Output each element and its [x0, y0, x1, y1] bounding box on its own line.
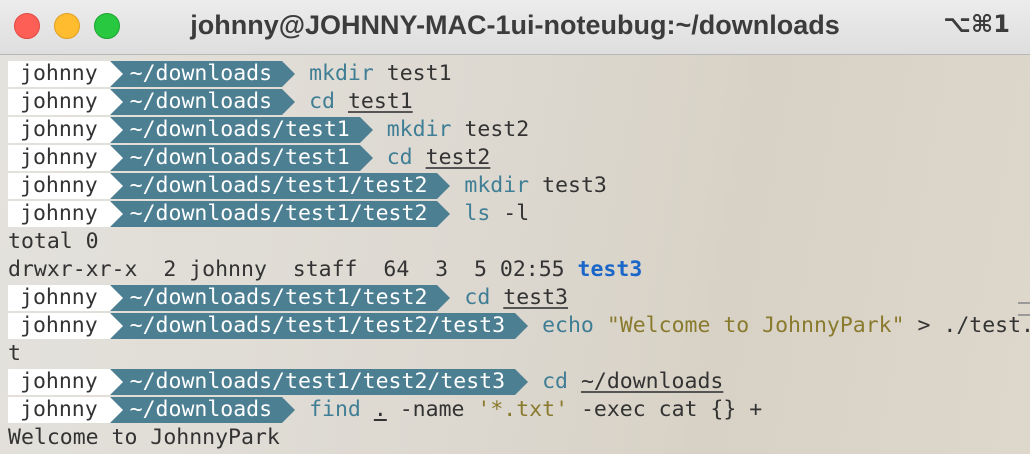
command: cd [542, 369, 568, 394]
prompt-line: johnny ~/downloads mkdir test1 [8, 60, 1030, 88]
prompt-user: johnny [8, 145, 110, 171]
prompt-user: johnny [8, 313, 110, 339]
minimize-button[interactable] [54, 13, 80, 39]
output-line: t [8, 341, 21, 366]
command-rest: > ./test.tx [917, 313, 1030, 338]
command: mkdir [309, 61, 374, 86]
prompt-user: johnny [8, 369, 110, 395]
command: echo [542, 313, 594, 338]
prompt-lines: johnny ~/downloads mkdir test1 johnny ~/downl… [8, 60, 1030, 228]
command: cd [309, 89, 335, 114]
prompt-user: johnny [8, 201, 110, 227]
prompt-user: johnny [8, 397, 110, 423]
output-line: total 0 [8, 229, 99, 254]
prompt-arrow-icon [359, 117, 373, 143]
prompt-line: johnny ~/downloads find. -name '*.txt' -ex… [8, 396, 1030, 424]
window-shortcut: ⌥⌘1 [943, 10, 1010, 38]
prompt-path: ~/downloads/test1 [109, 145, 360, 171]
prompt-line: johnny ~/downloads/test1/test2/test3 echo "… [8, 312, 1030, 340]
command-string: '*.txt' [477, 397, 569, 422]
resize-handle-icon[interactable] [1018, 302, 1030, 316]
prompt-path: ~/downloads [109, 397, 283, 423]
prompt-line: johnny ~/downloads/test1/test2 mkdir test3 [8, 172, 1030, 200]
command: cd [386, 145, 413, 170]
prompt-user: johnny [8, 117, 110, 143]
command-arg: test1 [386, 61, 452, 86]
prompt-path: ~/downloads [109, 89, 283, 115]
command-rest: -name [386, 397, 478, 422]
prompt-user: johnny [8, 61, 110, 87]
output-line: drwxr-xr-x 2 johnny staff 64 3 5 02:55 t… [8, 257, 643, 282]
output-line: Welcome to JohnnyPark [8, 425, 280, 450]
prompt-line: johnny ~/downloads/test1/test2/test3 cd ~/d… [8, 368, 1030, 396]
prompt-arrow-icon [359, 145, 373, 171]
prompt-path: ~/downloads/test1/test2 [109, 173, 438, 199]
command: find [309, 397, 361, 422]
prompt-path: ~/downloads/test1/test2 [109, 201, 438, 227]
prompt-arrow-icon [282, 61, 296, 87]
close-button[interactable] [14, 13, 40, 39]
prompt-arrow-icon [437, 201, 451, 227]
command-arg: test3 [542, 173, 607, 198]
prompt-user: johnny [8, 285, 110, 311]
prompt-arrow-icon [515, 313, 529, 339]
prompt-path: ~/downloads [109, 61, 283, 87]
terminal-window: johnny@JOHNNY-MAC-1ui-noteubug:~/downloa… [0, 0, 1030, 454]
prompt-line: johnny ~/downloads/test1/test2 cd test3 [8, 284, 1030, 312]
directory-entry: test3 [577, 257, 643, 282]
terminal-content[interactable]: johnny ~/downloads mkdir test1 johnny ~/downl… [8, 60, 1030, 452]
prompt-arrow-icon [515, 369, 529, 395]
command-arg: test2 [425, 145, 491, 170]
prompt-line: johnny ~/downloads/test1 mkdir test2 [8, 116, 1030, 144]
command-arg: -l [503, 201, 530, 226]
command-arg: . [373, 397, 387, 422]
prompt-line: johnny ~/downloads/test1/test2 ls -l [8, 200, 1030, 228]
command-arg: test2 [464, 117, 530, 142]
window-title: johnny@JOHNNY-MAC-1ui-noteubug:~/downloa… [190, 10, 840, 40]
prompt-arrow-icon [282, 397, 296, 423]
prompt-path: ~/downloads/test1 [109, 117, 360, 143]
command: ls [464, 201, 491, 226]
prompt-path: ~/downloads/test1/test2/test3 [109, 313, 516, 339]
command: mkdir [464, 173, 530, 198]
command-tail: -exec cat {} + [568, 397, 763, 422]
command-arg: ~/downloads [580, 369, 724, 394]
prompt-path: ~/downloads/test1/test2 [109, 285, 438, 311]
command: cd [464, 285, 491, 310]
prompt-user: johnny [8, 173, 110, 199]
title-bar[interactable]: johnny@JOHNNY-MAC-1ui-noteubug:~/downloa… [0, 0, 1030, 55]
prompt-arrow-icon [282, 89, 296, 115]
zoom-button[interactable] [94, 13, 120, 39]
command-arg: test3 [503, 285, 569, 310]
prompt-arrow-icon [437, 173, 451, 199]
command-string: "Welcome to JohnnyPark" [606, 313, 905, 338]
prompt-path: ~/downloads/test1/test2/test3 [109, 369, 516, 395]
prompt-arrow-icon [437, 285, 451, 311]
prompt-line: johnny ~/downloads/test1 cd test2 [8, 144, 1030, 172]
command-arg: test1 [347, 89, 413, 114]
prompt-line: johnny ~/downloads cd test1 [8, 88, 1030, 116]
prompt-user: johnny [8, 89, 110, 115]
command: mkdir [386, 117, 452, 142]
